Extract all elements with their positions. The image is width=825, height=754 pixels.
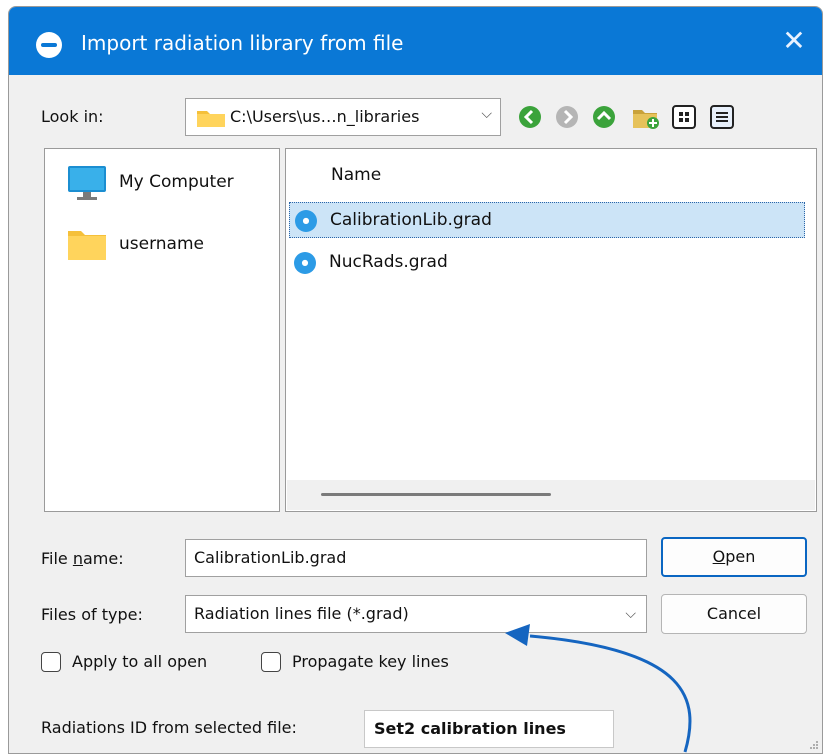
annotation-arrow xyxy=(505,624,692,753)
